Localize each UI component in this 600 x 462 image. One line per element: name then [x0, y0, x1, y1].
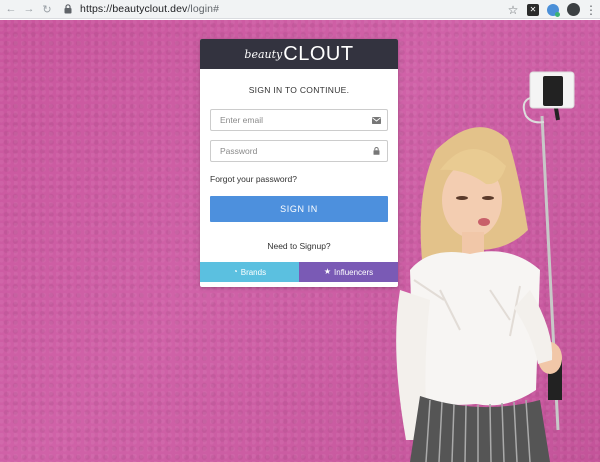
email-field-wrapper: [210, 109, 388, 131]
brands-button[interactable]: ◔ Brands: [200, 262, 299, 282]
signup-prompt: Need to Signup?: [267, 241, 331, 251]
browser-toolbar: ← → ↻ https://beautyclout.dev/login# ☆ ✕…: [0, 0, 600, 19]
star-icon: ★: [323, 267, 332, 276]
globe-icon: ◔: [232, 267, 238, 276]
lock-icon: [371, 146, 381, 156]
logo-big-text: CLOUT: [283, 42, 354, 65]
login-form: SIGN IN TO CONTINUE. Forgot your passwor…: [200, 85, 398, 252]
star-icon[interactable]: ☆: [507, 3, 519, 17]
extension-globe-icon[interactable]: [547, 3, 560, 17]
back-icon[interactable]: ←: [2, 0, 20, 18]
extension-x-icon[interactable]: ✕: [527, 3, 539, 16]
signup-options: ◔ Brands ★ Influencers: [200, 262, 398, 282]
menu-icon[interactable]: ⋮: [585, 3, 597, 17]
password-field[interactable]: [211, 141, 387, 161]
forward-icon[interactable]: →: [20, 0, 38, 18]
login-card: beauty CLOUT SIGN IN TO CONTINUE. Forgot…: [200, 39, 398, 287]
woman-selfie-image: [396, 71, 575, 462]
address-bar[interactable]: https://beautyclout.dev/login#: [62, 1, 502, 17]
url-host: https://beautyclout.dev: [80, 3, 188, 15]
brand-header: beauty CLOUT: [200, 39, 398, 69]
lock-icon: [62, 2, 74, 16]
reload-icon[interactable]: ↻: [38, 0, 56, 18]
email-field[interactable]: [211, 110, 387, 130]
password-field-wrapper: [210, 140, 388, 162]
profile-icon[interactable]: [567, 3, 580, 16]
brands-label: Brands: [240, 267, 267, 277]
influencers-button[interactable]: ★ Influencers: [299, 262, 398, 282]
sign-in-heading: SIGN IN TO CONTINUE.: [248, 85, 350, 95]
url-text: https://beautyclout.dev/login#: [80, 3, 219, 15]
toolbar-actions: ☆ ✕ ⋮: [507, 2, 597, 17]
logo-small-text: beauty: [244, 47, 283, 61]
forgot-password-link[interactable]: Forgot your password?: [210, 174, 388, 185]
url-path: /login#: [187, 3, 220, 15]
sign-in-button[interactable]: SIGN IN: [210, 196, 388, 222]
envelope-icon: [371, 115, 381, 125]
influencers-label: Influencers: [334, 267, 374, 277]
